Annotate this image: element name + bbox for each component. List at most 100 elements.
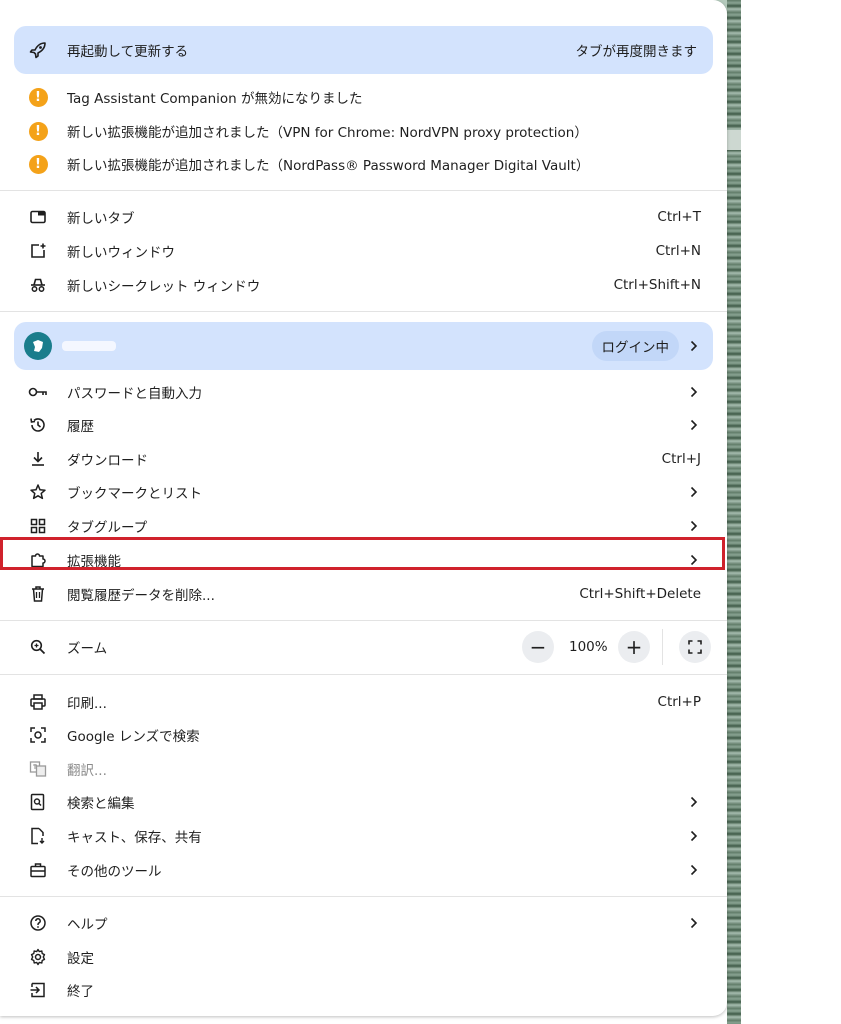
alert-item[interactable]: ! Tag Assistant Companion が無効になりました [0, 80, 727, 114]
profile-item[interactable]: ログイン中 [0, 329, 727, 363]
print-item[interactable]: 印刷... Ctrl+P [0, 685, 727, 719]
chrome-main-menu: 再起動して更新する タブが再度開きます ! Tag Assistant Comp… [0, 0, 727, 1016]
clear-browsing-data-item[interactable]: 閲覧履歴データを削除... Ctrl+Shift+Delete [0, 577, 727, 611]
chevron-right-icon [689, 829, 699, 843]
exit-item[interactable]: 終了 [0, 973, 727, 1007]
trash-icon [27, 583, 49, 605]
restart-update-label: 再起動して更新する [67, 44, 189, 60]
new-incognito-item[interactable]: 新しいシークレット ウィンドウ Ctrl+Shift+N [0, 268, 727, 302]
chevron-right-icon [689, 339, 699, 353]
find-edit-label: 検索と編集 [67, 796, 135, 812]
help-label: ヘルプ [67, 917, 108, 933]
bookmarks-lists-item[interactable]: ブックマークとリスト [0, 475, 727, 509]
zoom-level: 100% [569, 639, 608, 655]
warning-icon: ! [27, 86, 49, 108]
restart-to-update-item[interactable]: 再起動して更新する タブが再度開きます [0, 33, 727, 67]
passwords-autofill-item[interactable]: パスワードと自動入力 [0, 375, 727, 409]
help-icon [27, 912, 49, 934]
warning-icon: ! [27, 153, 49, 175]
lens-icon [27, 724, 49, 746]
signed-in-badge: ログイン中 [591, 331, 679, 361]
tab-groups-label: タブグループ [67, 520, 148, 536]
translate-label: 翻訳... [67, 763, 107, 779]
alert-item[interactable]: ! 新しい拡張機能が追加されました（NordPass® Password Man… [0, 147, 727, 181]
passwords-label: パスワードと自動入力 [67, 386, 202, 402]
shortcut: Ctrl+N [655, 243, 701, 259]
zoom-in-button[interactable]: + [618, 631, 650, 663]
new-tab-icon [27, 206, 49, 228]
bookmarks-label: ブックマークとリスト [67, 486, 202, 502]
settings-item[interactable]: 設定 [0, 940, 727, 974]
google-lens-item[interactable]: Google レンズで検索 [0, 718, 727, 752]
new-window-icon [27, 240, 49, 262]
alert-label: 新しい拡張機能が追加されました（VPN for Chrome: NordVPN … [67, 125, 588, 141]
divider [0, 896, 727, 897]
new-tab-item[interactable]: 新しいタブ Ctrl+T [0, 200, 727, 234]
chevron-right-icon [689, 519, 699, 533]
zoom-icon [27, 636, 49, 658]
warning-icon: ! [27, 120, 49, 142]
print-icon [27, 691, 49, 713]
exit-label: 終了 [67, 984, 94, 1000]
new-incognito-label: 新しいシークレット ウィンドウ [67, 279, 261, 295]
exit-icon [27, 979, 49, 1001]
rocket-icon [27, 39, 49, 61]
fullscreen-button[interactable] [679, 631, 711, 663]
zoom-divider [662, 629, 663, 665]
print-label: 印刷... [67, 696, 107, 712]
chevron-right-icon [689, 863, 699, 877]
translate-icon [27, 758, 49, 780]
cast-save-label: キャスト、保存、共有 [67, 830, 202, 846]
find-icon [27, 791, 49, 813]
star-icon [27, 481, 49, 503]
downloads-item[interactable]: ダウンロード Ctrl+J [0, 442, 727, 476]
key-icon [27, 381, 49, 403]
divider [0, 311, 727, 312]
new-window-item[interactable]: 新しいウィンドウ Ctrl+N [0, 234, 727, 268]
divider [0, 674, 727, 675]
shortcut: Ctrl+Shift+Delete [579, 586, 701, 602]
download-icon [27, 448, 49, 470]
toolbox-icon [27, 859, 49, 881]
tabs-reopen-note: タブが再度開きます [575, 44, 698, 60]
new-tab-label: 新しいタブ [67, 211, 135, 227]
fullscreen-icon [688, 640, 702, 654]
profile-name-redacted [62, 341, 116, 351]
chevron-right-icon [689, 795, 699, 809]
settings-label: 設定 [67, 951, 94, 967]
new-window-label: 新しいウィンドウ [67, 245, 175, 261]
shortcut: Ctrl+T [657, 209, 701, 225]
zoom-label: ズーム [67, 641, 108, 657]
divider [0, 190, 727, 191]
shortcut: Ctrl+Shift+N [613, 277, 701, 293]
tab-groups-icon [27, 515, 49, 537]
clear-data-label: 閲覧履歴データを削除... [67, 588, 215, 604]
background-page-edge [727, 0, 741, 1024]
help-item[interactable]: ヘルプ [0, 906, 727, 940]
cast-save-share-item[interactable]: キャスト、保存、共有 [0, 819, 727, 853]
alert-label: Tag Assistant Companion が無効になりました [67, 91, 363, 107]
alert-item[interactable]: ! 新しい拡張機能が追加されました（VPN for Chrome: NordVP… [0, 114, 727, 148]
history-item[interactable]: 履歴 [0, 408, 727, 442]
cast-save-icon [27, 825, 49, 847]
divider [0, 620, 727, 621]
more-tools-label: その他のツール [67, 864, 162, 880]
chevron-right-icon [689, 385, 699, 399]
history-label: 履歴 [67, 419, 94, 435]
avatar [24, 332, 52, 360]
gear-icon [27, 946, 49, 968]
translate-item[interactable]: 翻訳... [0, 752, 727, 786]
shortcut: Ctrl+J [661, 451, 701, 467]
shortcut: Ctrl+P [657, 694, 701, 710]
extensions-highlight-box [0, 537, 725, 570]
incognito-icon [27, 274, 49, 296]
google-lens-label: Google レンズで検索 [67, 729, 200, 745]
chevron-right-icon [689, 485, 699, 499]
chevron-right-icon [689, 916, 699, 930]
find-edit-item[interactable]: 検索と編集 [0, 785, 727, 819]
history-icon [27, 414, 49, 436]
downloads-label: ダウンロード [67, 453, 148, 469]
chevron-right-icon [689, 418, 699, 432]
zoom-out-button[interactable]: − [522, 631, 554, 663]
more-tools-item[interactable]: その他のツール [0, 853, 727, 887]
